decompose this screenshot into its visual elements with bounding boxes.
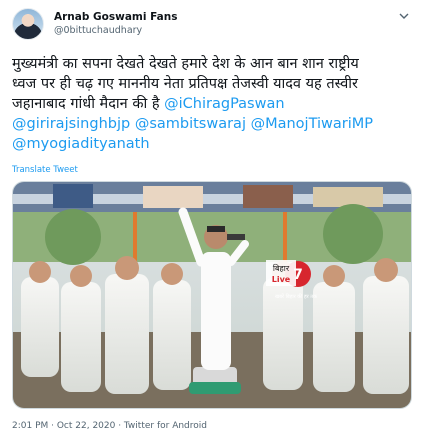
tweet-text-line: @myogiadityanath [12, 134, 412, 154]
tweet-text: मुख्यमंत्री का सपना देखते देखते हमारे दे… [12, 54, 412, 154]
mention-link[interactable]: @girirajsinghbjp [12, 116, 130, 132]
user-handle[interactable]: @0bittuchaudhary [54, 24, 177, 37]
mention-link[interactable]: @ManojTiwariMP [251, 116, 373, 132]
watermark-text: Live [272, 275, 291, 284]
tweet-card: Arnab Goswami Fans @0bittuchaudhary मुख्… [0, 0, 424, 444]
author-names[interactable]: Arnab Goswami Fans @0bittuchaudhary [54, 10, 177, 37]
avatar[interactable] [12, 8, 44, 40]
watermark-caption: खबरें बिहार की हर तक [275, 293, 317, 300]
tweet-text-line: मुख्यमंत्री का सपना देखते देखते हमारे दे… [12, 56, 359, 72]
tweet-header: Arnab Goswami Fans @0bittuchaudhary [12, 8, 412, 42]
svg-text:7: 7 [293, 267, 303, 283]
tweet-text-line: जहानाबाद गांधी मैदान की है @iChiragPaswa… [12, 94, 412, 114]
tweet-text-fragment: जहानाबाद गांधी मैदान की है [12, 96, 165, 112]
tweet-timestamp[interactable]: 2:01 PM · Oct 22, 2020 · Twitter for And… [12, 421, 207, 431]
rally-photo: बिहार Live 7 खबरें बिहार की हर तक [13, 182, 411, 408]
watermark-text: बिहार [273, 263, 290, 273]
mention-link[interactable]: @iChiragPaswan [164, 96, 284, 112]
chevron-down-icon[interactable] [398, 10, 410, 22]
translate-tweet-link[interactable]: Translate Tweet [12, 165, 78, 175]
tweet-photo[interactable]: बिहार Live 7 खबरें बिहार की हर तक [12, 181, 412, 409]
display-name[interactable]: Arnab Goswami Fans [54, 10, 177, 24]
mention-link[interactable]: @sambitswaraj [135, 116, 246, 132]
mention-link[interactable]: @myogiadityanath [12, 136, 150, 152]
tweet-text-line: @girirajsinghbjp @sambitswaraj @ManojTiw… [12, 114, 412, 134]
tweet-text-line: ध्वज पर ही चढ़ गए माननीय नेता प्रतिपक्ष … [12, 76, 358, 92]
